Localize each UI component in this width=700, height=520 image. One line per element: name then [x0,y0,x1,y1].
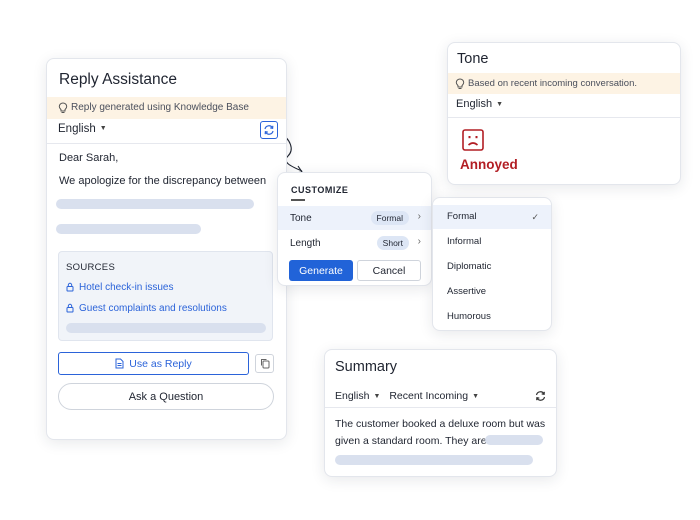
reply-divider [47,143,286,144]
chevron-right-icon: › [417,236,421,247]
tone-options-menu: Formal ✓ Informal Diplomatic Assertive H… [432,197,552,331]
tone-divider [448,117,680,118]
tone-panel-title: Tone [457,51,489,67]
summary-scope-dropdown[interactable]: Recent Incoming ▼ [389,390,479,402]
use-as-reply-button[interactable]: Use as Reply [58,352,249,375]
checkmark-icon: ✓ [531,212,539,222]
tone-option-formal[interactable]: Formal ✓ [433,205,551,229]
lock-icon [66,283,74,292]
summary-title: Summary [335,359,398,375]
lightbulb-icon [58,102,68,113]
chevron-right-icon: › [417,211,421,222]
reply-body-text: We apologize for the discrepancy between [59,175,267,187]
sources-heading: SOURCES [66,262,116,273]
cancel-button[interactable]: Cancel [357,260,421,281]
loading-placeholder [66,323,266,333]
copy-button[interactable] [255,354,274,373]
knowledge-base-text: Reply generated using Knowledge Base [71,102,249,113]
lightbulb-icon [455,78,465,89]
heading-underline [291,199,305,201]
regenerate-button[interactable] [260,121,278,139]
loading-placeholder [485,435,543,445]
tone-value-badge: Formal [370,211,409,225]
generate-button[interactable]: Generate [289,260,353,281]
use-as-reply-label: Use as Reply [129,357,192,370]
tone-label: Tone [290,213,312,224]
summary-scope-label: Recent Incoming [389,390,469,402]
source-link-label: Guest complaints and resolutions [79,303,227,314]
customize-popup: CUSTOMIZE Tone Formal › Length Short › G… [277,172,432,286]
length-value-badge: Short [376,236,409,250]
summary-language-dropdown[interactable]: English ▼ [335,390,380,402]
tone-panel: Tone Based on recent incoming conversati… [447,42,681,185]
loading-placeholder [56,199,254,209]
tone-banner-text: Based on recent incoming conversation. [468,78,637,89]
tone-info-banner: Based on recent incoming conversation. [448,73,680,94]
summary-language-label: English [335,390,370,402]
summary-panel: Summary English ▼ Recent Incoming ▼ The cu… [324,349,557,477]
loading-placeholder [335,455,533,465]
document-icon [115,358,124,369]
lock-icon [66,304,74,313]
reply-panel-title: Reply Assistance [59,71,178,88]
summary-controls: English ▼ Recent Incoming ▼ [335,390,479,402]
loading-placeholder [56,224,201,234]
reply-language-label: English [58,123,96,135]
tone-language-label: English [456,98,493,110]
reply-assistance-panel: Reply Assistance Reply generated using K… [46,58,287,440]
source-link[interactable]: Guest complaints and resolutions [66,303,227,314]
tone-mood-label: Annoyed [460,157,518,172]
ask-question-button[interactable]: Ask a Question [58,383,274,410]
frown-face-icon [462,129,484,151]
chevron-down-icon: ▼ [496,100,504,108]
tone-option-label: Formal [447,211,477,222]
tone-option-label: Assertive [447,286,487,297]
reply-language-dropdown[interactable]: English ▼ [58,123,107,135]
tone-option-label: Diplomatic [447,261,492,272]
customize-heading: CUSTOMIZE [291,185,349,195]
source-link-label: Hotel check-in issues [79,282,174,293]
copy-icon [260,359,269,369]
summary-divider [325,407,556,408]
reply-greeting: Dear Sarah, [59,152,119,164]
source-link[interactable]: Hotel check-in issues [66,282,173,293]
tone-option-label: Humorous [447,311,491,322]
length-option-row[interactable]: Length Short › [278,231,431,255]
tone-option-assertive[interactable]: Assertive [433,280,551,304]
tone-option-diplomatic[interactable]: Diplomatic [433,255,551,279]
chevron-down-icon: ▼ [373,392,381,400]
refresh-icon[interactable] [534,390,547,402]
tone-option-humorous[interactable]: Humorous [433,305,551,329]
length-label: Length [290,238,321,249]
chevron-down-icon: ▼ [99,125,107,133]
tone-option-label: Informal [447,236,482,247]
chevron-down-icon: ▼ [472,392,480,400]
sources-box: SOURCES Hotel check-in issues Guest comp… [58,251,273,341]
knowledge-base-banner: Reply generated using Knowledge Base [47,97,286,119]
tone-option-informal[interactable]: Informal [433,230,551,254]
tone-option-row[interactable]: Tone Formal › [278,206,431,230]
tone-language-dropdown[interactable]: English ▼ [456,98,503,110]
refresh-icon [264,125,274,135]
